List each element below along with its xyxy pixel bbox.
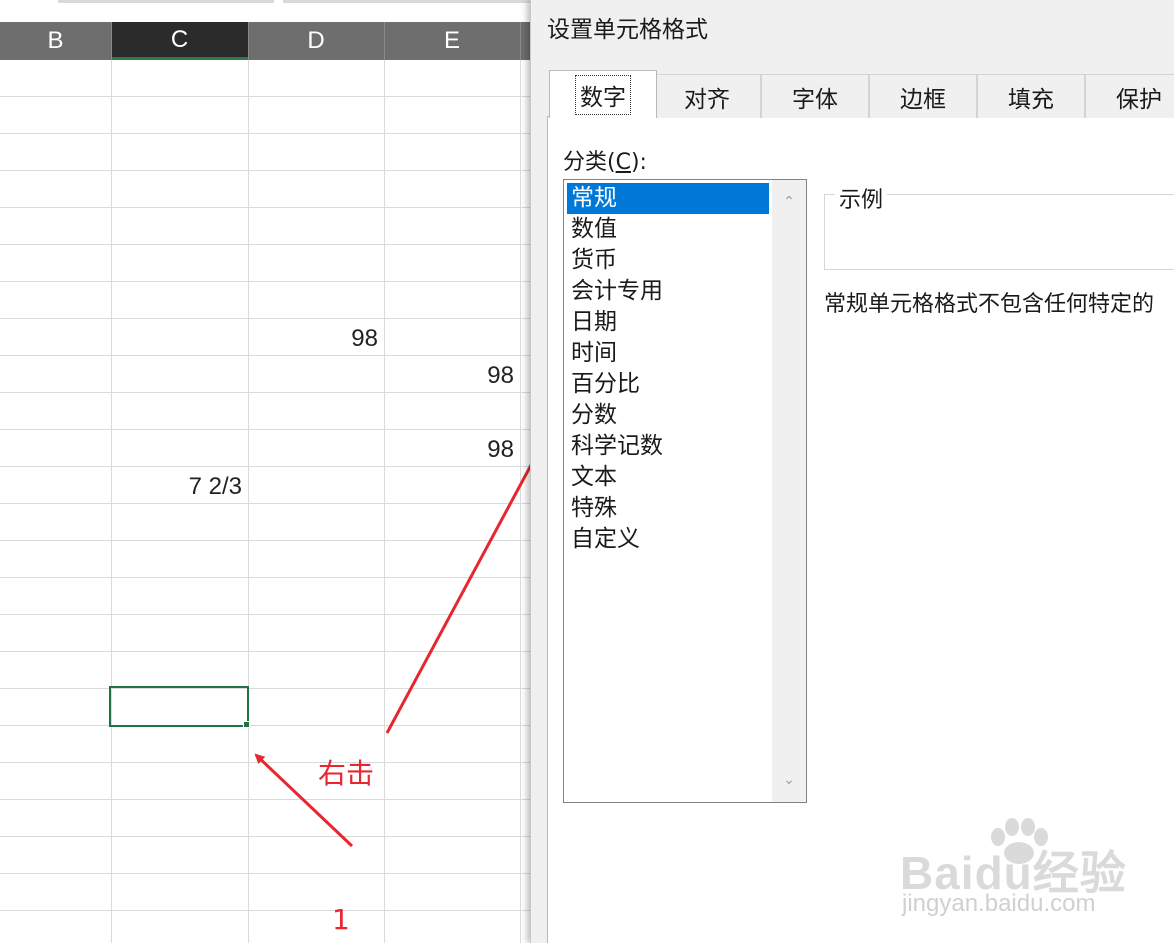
category-text[interactable]: 文本: [567, 462, 769, 493]
category-label: 分类(C):: [563, 150, 647, 175]
category-percentage[interactable]: 百分比: [567, 369, 769, 400]
category-special[interactable]: 特殊: [567, 493, 769, 524]
baidu-watermark: Baidu经验 jingyan.baidu.com: [894, 815, 1134, 925]
category-fraction[interactable]: 分数: [567, 400, 769, 431]
category-currency[interactable]: 货币: [567, 245, 769, 276]
annotation-step-number: 1: [332, 903, 350, 936]
tab-fill[interactable]: 填充: [977, 74, 1085, 118]
category-accounting[interactable]: 会计专用: [567, 276, 769, 307]
tab-protection[interactable]: 保护: [1085, 74, 1174, 118]
tab-strip: 数字 对齐 字体 边框 填充 保护: [547, 70, 1174, 118]
dialog-title: 设置单元格格式: [547, 17, 708, 43]
tab-number[interactable]: 数字: [549, 70, 657, 118]
annotation-right-click: 右击: [318, 757, 375, 790]
tab-alignment[interactable]: 对齐: [653, 74, 761, 118]
sample-label: 示例: [835, 182, 888, 214]
tab-border[interactable]: 边框: [869, 74, 977, 118]
category-scientific[interactable]: 科学记数: [567, 431, 769, 462]
watermark-url: jingyan.baidu.com: [902, 890, 1096, 917]
format-cells-dialog: 设置单元格格式 数字 对齐 字体 边框 填充 保护 分类(C): 常规 数值 货…: [530, 0, 1174, 943]
scroll-down-icon[interactable]: ⌄: [772, 760, 806, 800]
category-time[interactable]: 时间: [567, 338, 769, 369]
category-scrollbar[interactable]: ⌃ ⌄: [772, 180, 806, 802]
category-date[interactable]: 日期: [567, 307, 769, 338]
category-general[interactable]: 常规: [567, 183, 769, 214]
tab-font[interactable]: 字体: [761, 74, 869, 118]
category-listbox[interactable]: 常规 数值 货币 会计专用 日期 时间 百分比 分数 科学记数 文本 特殊 自定…: [563, 179, 807, 803]
category-number[interactable]: 数值: [567, 214, 769, 245]
scroll-up-icon[interactable]: ⌃: [772, 182, 806, 222]
category-custom[interactable]: 自定义: [567, 524, 769, 555]
category-description: 常规单元格格式不包含任何特定的: [824, 292, 1155, 317]
